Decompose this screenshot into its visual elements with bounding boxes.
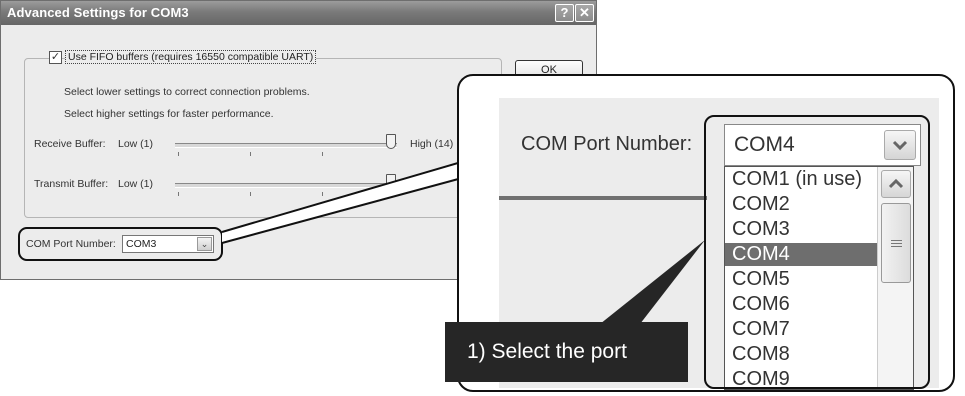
slider-tick — [250, 192, 251, 196]
hint-lower-text: Select lower settings to correct connect… — [64, 86, 310, 98]
slider-tick — [178, 192, 179, 196]
dropdown-option[interactable]: COM3 — [725, 218, 877, 241]
slider-tick — [322, 192, 323, 196]
com-port-dropdown-list[interactable]: COM1 (in use) COM2 COM3 COM4 COM5 COM6 C… — [724, 166, 914, 390]
slider-tick — [322, 152, 323, 156]
dropdown-scrollbar[interactable] — [877, 167, 913, 389]
zoom-com-port-select-value: COM4 — [734, 133, 795, 156]
grip-line — [891, 243, 902, 244]
grip-line — [891, 240, 902, 241]
com-port-select-value: COM3 — [126, 238, 157, 250]
hint-higher-text: Select higher settings for faster perfor… — [64, 108, 274, 120]
dropdown-option[interactable]: COM2 — [725, 193, 877, 216]
fifo-checkbox-label[interactable]: Use FIFO buffers (requires 16550 compati… — [65, 50, 317, 64]
receive-buffer-slider-track[interactable] — [175, 143, 397, 148]
close-button[interactable]: ✕ — [575, 4, 594, 22]
title-bar: Advanced Settings for COM3 ? ✕ — [1, 1, 596, 25]
com-port-label: COM Port Number: — [26, 238, 116, 250]
slider-tick — [178, 152, 179, 156]
dropdown-option[interactable]: COM5 — [725, 268, 877, 291]
zoom-com-port-label: COM Port Number: — [521, 133, 693, 155]
dropdown-option[interactable]: COM9 — [725, 368, 877, 389]
dialog-title: Advanced Settings for COM3 — [7, 5, 189, 20]
transmit-buffer-low-label: Low (1) — [118, 178, 154, 190]
scroll-up-button[interactable] — [881, 170, 911, 198]
dropdown-option-highlighted[interactable]: COM4 — [725, 243, 877, 266]
fifo-checkbox[interactable]: ✓ — [49, 51, 62, 64]
dropdown-option[interactable]: COM7 — [725, 318, 877, 341]
receive-buffer-label: Receive Buffer: — [34, 138, 106, 150]
transmit-buffer-slider-thumb[interactable] — [386, 174, 396, 189]
receive-buffer-slider-thumb[interactable] — [386, 134, 396, 149]
transmit-buffer-slider-track[interactable] — [175, 183, 397, 188]
scrollbar-thumb[interactable] — [881, 203, 911, 283]
grip-line — [891, 246, 902, 247]
dropdown-option[interactable]: COM1 (in use) — [725, 168, 877, 191]
zoom-divider — [499, 196, 707, 200]
dropdown-option[interactable]: COM6 — [725, 293, 877, 316]
chevron-down-icon[interactable] — [884, 130, 916, 160]
zoom-com-port-select[interactable]: COM4 — [724, 124, 921, 166]
chevron-down-icon[interactable]: ⌄ — [197, 237, 212, 251]
slider-tick — [250, 152, 251, 156]
receive-buffer-high-label: High (14) — [410, 138, 454, 150]
dropdown-option[interactable]: COM8 — [725, 343, 877, 366]
receive-buffer-low-label: Low (1) — [118, 138, 154, 150]
help-button[interactable]: ? — [555, 4, 574, 22]
transmit-buffer-label: Transmit Buffer: — [34, 178, 109, 190]
chevron-up-icon — [888, 178, 904, 189]
com-port-select[interactable]: COM3 ⌄ — [122, 235, 214, 253]
step-callout-label: 1) Select the port — [445, 322, 688, 382]
